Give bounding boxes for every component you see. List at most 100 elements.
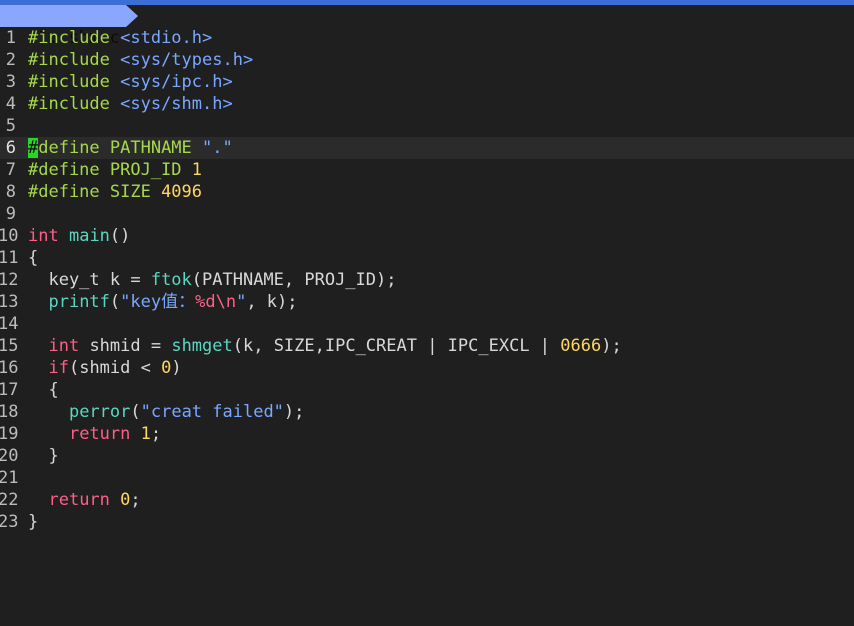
plain-text: { <box>28 248 39 268</box>
keyword: int <box>48 336 80 356</box>
code-text: #include <sys/ipc.h> <box>28 71 233 93</box>
plain-text: ; <box>130 490 141 510</box>
number-literal: 4096 <box>161 182 203 202</box>
code-text: #define SIZE 4096 <box>28 181 202 203</box>
tab-line: 1: shm.c <box>0 5 854 48</box>
line-number: 23 <box>0 512 19 532</box>
plain-text <box>28 402 69 422</box>
plain-text: , k); <box>246 292 298 312</box>
code-line: 13 printf("key值：%d\n", k); <box>0 291 854 313</box>
preprocessor-directive: #define SIZE <box>28 182 162 202</box>
code-line: 12 key_t k = ftok(PATHNAME, PROJ_ID); <box>0 269 854 291</box>
code-text: { <box>28 247 38 269</box>
plain-text: ); <box>601 336 622 356</box>
line-number: 14 <box>0 314 19 334</box>
format-specifier: %d\n <box>195 292 237 312</box>
string-literal: "key值： <box>120 292 196 312</box>
code-text: } <box>28 445 59 467</box>
line-number: 13 <box>0 292 19 312</box>
plain-text: } <box>28 446 59 466</box>
preprocessor-directive: #define PROJ_ID <box>28 160 192 180</box>
code-text: } <box>28 511 38 533</box>
plain-text: } <box>28 512 39 532</box>
number-literal: 1 <box>191 160 203 180</box>
code-text: perror("creat failed"); <box>28 401 304 423</box>
code-line-current: 6 #define PATHNAME "." <box>0 137 854 159</box>
preprocessor-directive: define PATHNAME <box>38 138 203 158</box>
plain-text: ( <box>130 402 141 422</box>
line-number: 5 <box>5 116 16 136</box>
code-line: 11 { <box>0 247 854 269</box>
function-name: shmget <box>171 336 233 356</box>
plain-text: (PATHNAME, PROJ_ID); <box>191 270 397 290</box>
code-line: 15 int shmid = shmget(k, SIZE,IPC_CREAT … <box>0 335 854 357</box>
preprocessor-directive: #include <box>28 72 110 92</box>
code-line: 18 perror("creat failed"); <box>0 401 854 423</box>
plain-text <box>28 424 69 444</box>
string-literal: " <box>236 292 247 312</box>
line-number: 1 <box>5 28 16 48</box>
number-literal: 1 <box>140 424 151 444</box>
preprocessor-directive: #include <box>28 50 110 70</box>
line-number: 8 <box>5 182 16 202</box>
line-number: 19 <box>0 424 19 444</box>
line-number: 4 <box>5 94 16 114</box>
code-text: #include <sys/shm.h> <box>28 93 233 115</box>
code-editor[interactable]: 1 #include <stdio.h> 2 #include <sys/typ… <box>0 27 854 626</box>
code-line: 22 return 0; <box>0 489 854 511</box>
line-number: 10 <box>0 226 19 246</box>
plain-text: { <box>28 380 59 400</box>
code-line: 19 return 1; <box>0 423 854 445</box>
code-text: return 0; <box>28 489 141 511</box>
code-line: 9 <box>0 203 854 225</box>
code-text: return 1; <box>28 423 161 445</box>
code-text: if(shmid < 0) <box>28 357 182 379</box>
plain-text <box>110 490 120 510</box>
plain-text: () <box>109 226 131 246</box>
code-text: { <box>28 379 59 401</box>
number-literal: 0666 <box>560 336 602 356</box>
function-name: perror <box>68 402 131 422</box>
plain-text: key_t k = <box>28 270 151 290</box>
plain-text <box>59 226 69 246</box>
code-text: #include <sys/types.h> <box>28 49 253 71</box>
buffer-tab-shm-c[interactable]: 1: shm.c <box>0 5 138 48</box>
include-target: <sys/shm.h> <box>109 94 233 114</box>
plain-text: ) <box>171 358 182 378</box>
line-number: 9 <box>5 204 16 224</box>
plain-text: (k, SIZE,IPC_CREAT | IPC_EXCL | <box>232 336 561 356</box>
code-line: 23 } <box>0 511 854 533</box>
plain-text: ); <box>283 402 305 422</box>
plain-text <box>28 490 48 510</box>
plain-text: (shmid < <box>68 358 162 378</box>
code-line: 10 int main() <box>0 225 854 247</box>
number-literal: 0 <box>161 358 172 378</box>
text-cursor: # <box>28 138 39 158</box>
plain-text: shmid = <box>79 336 172 356</box>
code-line: 14 <box>0 313 854 335</box>
line-number: 3 <box>5 72 16 92</box>
line-number: 15 <box>0 336 19 356</box>
plain-text <box>28 292 48 312</box>
code-line: 20 } <box>0 445 854 467</box>
code-text: printf("key值：%d\n", k); <box>28 291 298 313</box>
line-number: 16 <box>0 358 19 378</box>
keyword: return <box>68 424 131 444</box>
include-target: <sys/types.h> <box>109 50 254 70</box>
keyword: int <box>28 226 59 246</box>
code-line: 16 if(shmid < 0) <box>0 357 854 379</box>
line-number: 21 <box>0 468 19 488</box>
code-line: 1 #include <stdio.h> <box>0 27 854 49</box>
code-line: 3 #include <sys/ipc.h> <box>0 71 854 93</box>
code-line: 8 #define SIZE 4096 <box>0 181 854 203</box>
line-number: 20 <box>0 446 19 466</box>
plain-text <box>28 336 48 356</box>
plain-text <box>130 424 140 444</box>
function-name: ftok <box>150 270 192 290</box>
line-number: 7 <box>5 160 16 180</box>
code-line: 7 #define PROJ_ID 1 <box>0 159 854 181</box>
string-literal: "." <box>202 138 233 158</box>
include-target: <stdio.h> <box>109 28 213 48</box>
plain-text: ; <box>150 424 162 444</box>
plain-text <box>28 358 48 378</box>
